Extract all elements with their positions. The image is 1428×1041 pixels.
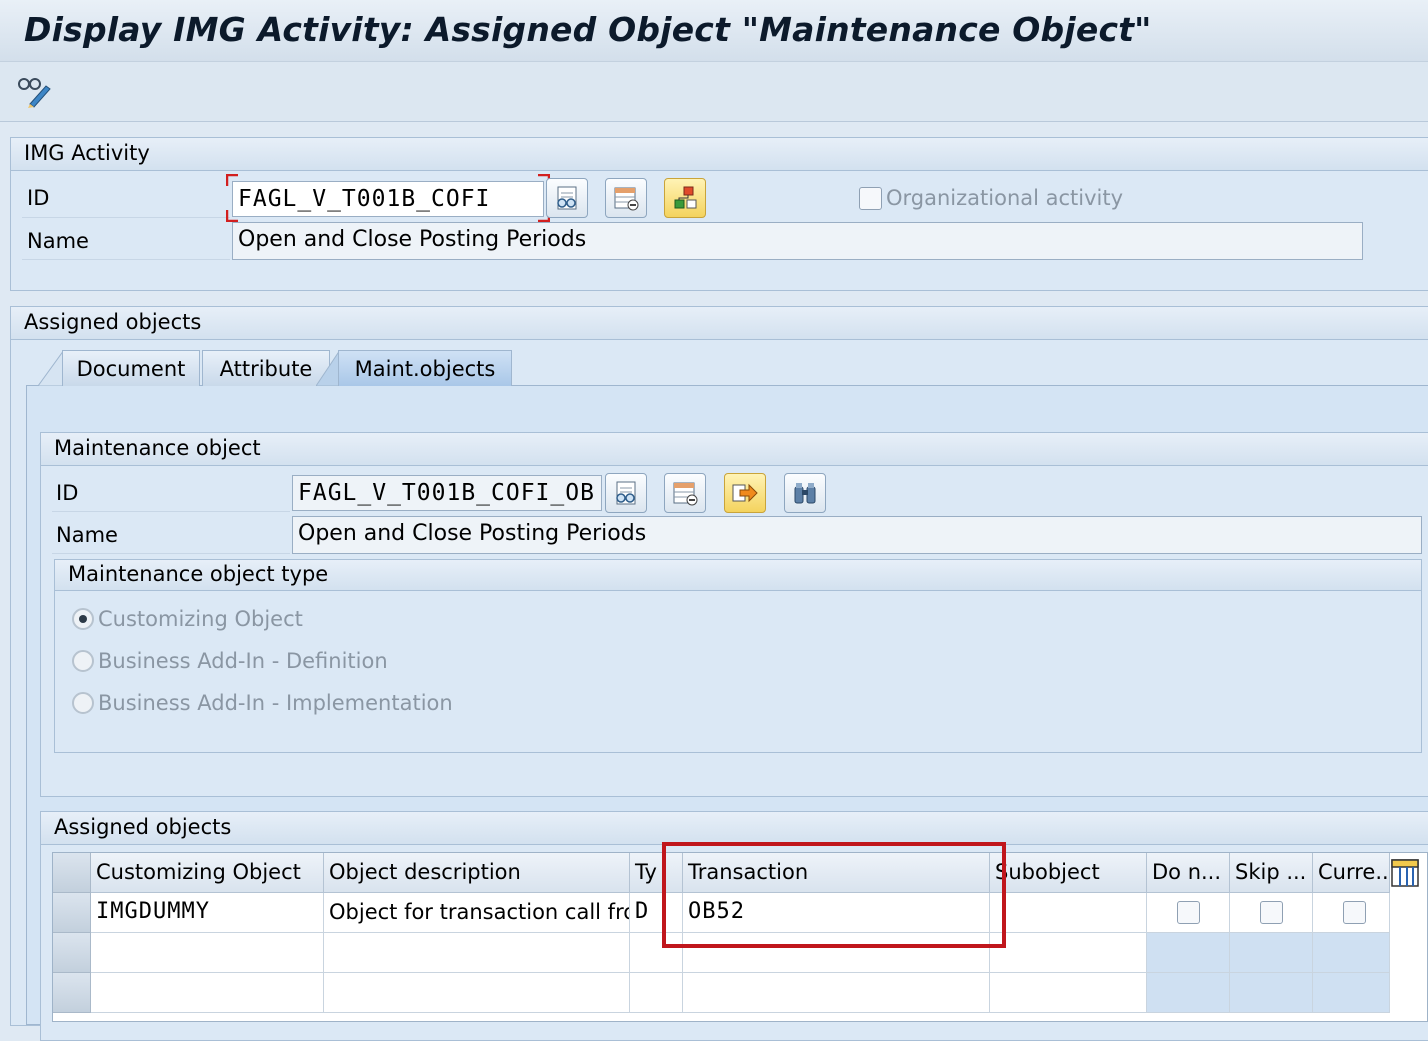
export-arrow-icon — [732, 483, 758, 503]
col-skip[interactable]: Skip ... — [1230, 853, 1313, 893]
mo-delete-button[interactable] — [664, 473, 706, 513]
tab-slant — [316, 350, 340, 386]
empty-cell[interactable] — [324, 973, 630, 1013]
maintenance-object-header: Maintenance object — [41, 433, 1428, 466]
col-object-description[interactable]: Object description — [324, 853, 630, 893]
empty-cell — [1147, 933, 1230, 973]
empty-cell[interactable] — [324, 933, 630, 973]
empty-cell[interactable] — [683, 973, 990, 1013]
window-title: Display IMG Activity: Assigned Object "M… — [24, 10, 1152, 49]
img-delete-button[interactable] — [605, 178, 647, 218]
document-glasses-icon — [557, 186, 577, 210]
mo-id-field: FAGL_V_T001B_COFI_OB — [292, 475, 602, 511]
empty-cell[interactable] — [990, 973, 1147, 1013]
col-current[interactable]: Curre... — [1313, 853, 1390, 893]
tab-document[interactable]: Document — [62, 350, 200, 386]
do-not-checkbox[interactable] — [1177, 901, 1200, 924]
empty-cell — [1147, 973, 1230, 1013]
maintenance-object-type-header: Maintenance object type — [55, 560, 1421, 591]
empty-cell — [1313, 973, 1390, 1013]
glasses-pencil-icon — [18, 78, 51, 108]
binoculars-icon — [794, 483, 816, 504]
current-checkbox[interactable] — [1343, 901, 1366, 924]
row-selector[interactable] — [53, 933, 91, 973]
empty-cell — [1313, 933, 1390, 973]
assigned-objects-table-header: Assigned objects — [41, 812, 1428, 845]
table-delete-icon — [614, 187, 639, 211]
mo-id-label: ID — [56, 481, 79, 505]
img-change-button[interactable] — [546, 178, 588, 218]
cell-subobject[interactable] — [990, 893, 1147, 933]
row-selector[interactable] — [53, 973, 91, 1013]
document-glasses-icon — [616, 481, 636, 505]
row-selector[interactable] — [53, 893, 91, 933]
empty-cell[interactable] — [630, 973, 683, 1013]
radio-badi-definition[interactable] — [72, 650, 94, 672]
mo-change-button[interactable] — [605, 473, 647, 513]
radio-badi-implementation[interactable] — [72, 692, 94, 714]
organizational-activity-checkbox[interactable] — [859, 187, 882, 210]
img-name-label: Name — [27, 229, 89, 253]
empty-cell — [1230, 933, 1313, 973]
mo-navigate-button[interactable] — [724, 473, 766, 513]
empty-cell[interactable] — [990, 933, 1147, 973]
radio-badi-implementation-label: Business Add-In - Implementation — [98, 691, 453, 715]
empty-cell[interactable] — [91, 973, 324, 1013]
mo-name-label: Name — [56, 523, 118, 547]
organizational-activity-label: Organizational activity — [886, 186, 1124, 210]
tab-attribute[interactable]: Attribute — [202, 350, 330, 386]
radio-customizing-object-label: Customizing Object — [98, 607, 303, 631]
empty-cell[interactable] — [91, 933, 324, 973]
skip-checkbox[interactable] — [1260, 901, 1283, 924]
tab-maint-objects[interactable]: Maint.objects — [338, 350, 512, 386]
radio-badi-definition-label: Business Add-In - Definition — [98, 649, 388, 673]
hierarchy-icon — [674, 186, 697, 209]
required-field-marker — [226, 174, 550, 222]
tab-slant — [38, 350, 64, 386]
mo-name-field: Open and Close Posting Periods — [292, 516, 1422, 554]
img-structure-button[interactable] — [664, 178, 706, 218]
mo-find-button[interactable] — [784, 473, 826, 513]
display-change-button[interactable] — [16, 74, 52, 108]
transaction-highlight-box — [662, 842, 1006, 948]
select-all-cell[interactable] — [53, 853, 91, 893]
col-do-not[interactable]: Do n... — [1147, 853, 1230, 893]
img-activity-header: IMG Activity — [11, 138, 1428, 171]
assigned-objects-header: Assigned objects — [11, 307, 1428, 340]
column-settings-icon[interactable] — [1390, 858, 1420, 888]
radio-customizing-object[interactable] — [72, 608, 94, 630]
cell-customizing-object[interactable]: IMGDUMMY — [91, 893, 324, 933]
table-delete-icon — [673, 482, 698, 506]
col-customizing-object[interactable]: Customizing Object — [91, 853, 324, 893]
col-subobject[interactable]: Subobject — [990, 853, 1147, 893]
application-toolbar — [0, 62, 1428, 122]
img-name-field: Open and Close Posting Periods — [232, 222, 1363, 260]
empty-cell — [1230, 973, 1313, 1013]
img-id-label: ID — [27, 186, 50, 210]
cell-object-description[interactable]: Object for transaction call fro... — [324, 893, 630, 933]
